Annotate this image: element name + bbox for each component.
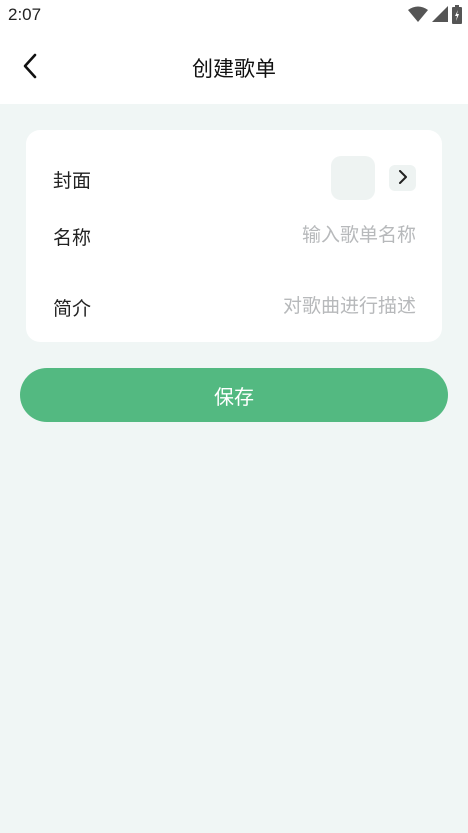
status-bar: 2:07: [0, 0, 468, 32]
signal-icon: [432, 6, 448, 26]
save-button[interactable]: 保存: [20, 368, 448, 422]
cover-arrow-button[interactable]: [389, 165, 416, 191]
description-input[interactable]: [166, 293, 416, 319]
status-icons: [408, 4, 462, 28]
name-input[interactable]: [166, 222, 416, 248]
cover-label: 封面: [53, 170, 92, 192]
name-label: 名称: [53, 227, 92, 249]
page-title: 创建歌单: [192, 57, 276, 81]
description-label: 简介: [53, 298, 92, 320]
playlist-form-card: 封面 名称 简介: [26, 130, 442, 342]
wifi-icon: [408, 6, 428, 26]
cover-image-picker[interactable]: [331, 156, 375, 200]
app-header: 创建歌单: [0, 32, 468, 104]
chevron-right-icon: [398, 169, 408, 188]
battery-icon: [452, 4, 462, 28]
status-time: 2:07: [8, 5, 42, 24]
